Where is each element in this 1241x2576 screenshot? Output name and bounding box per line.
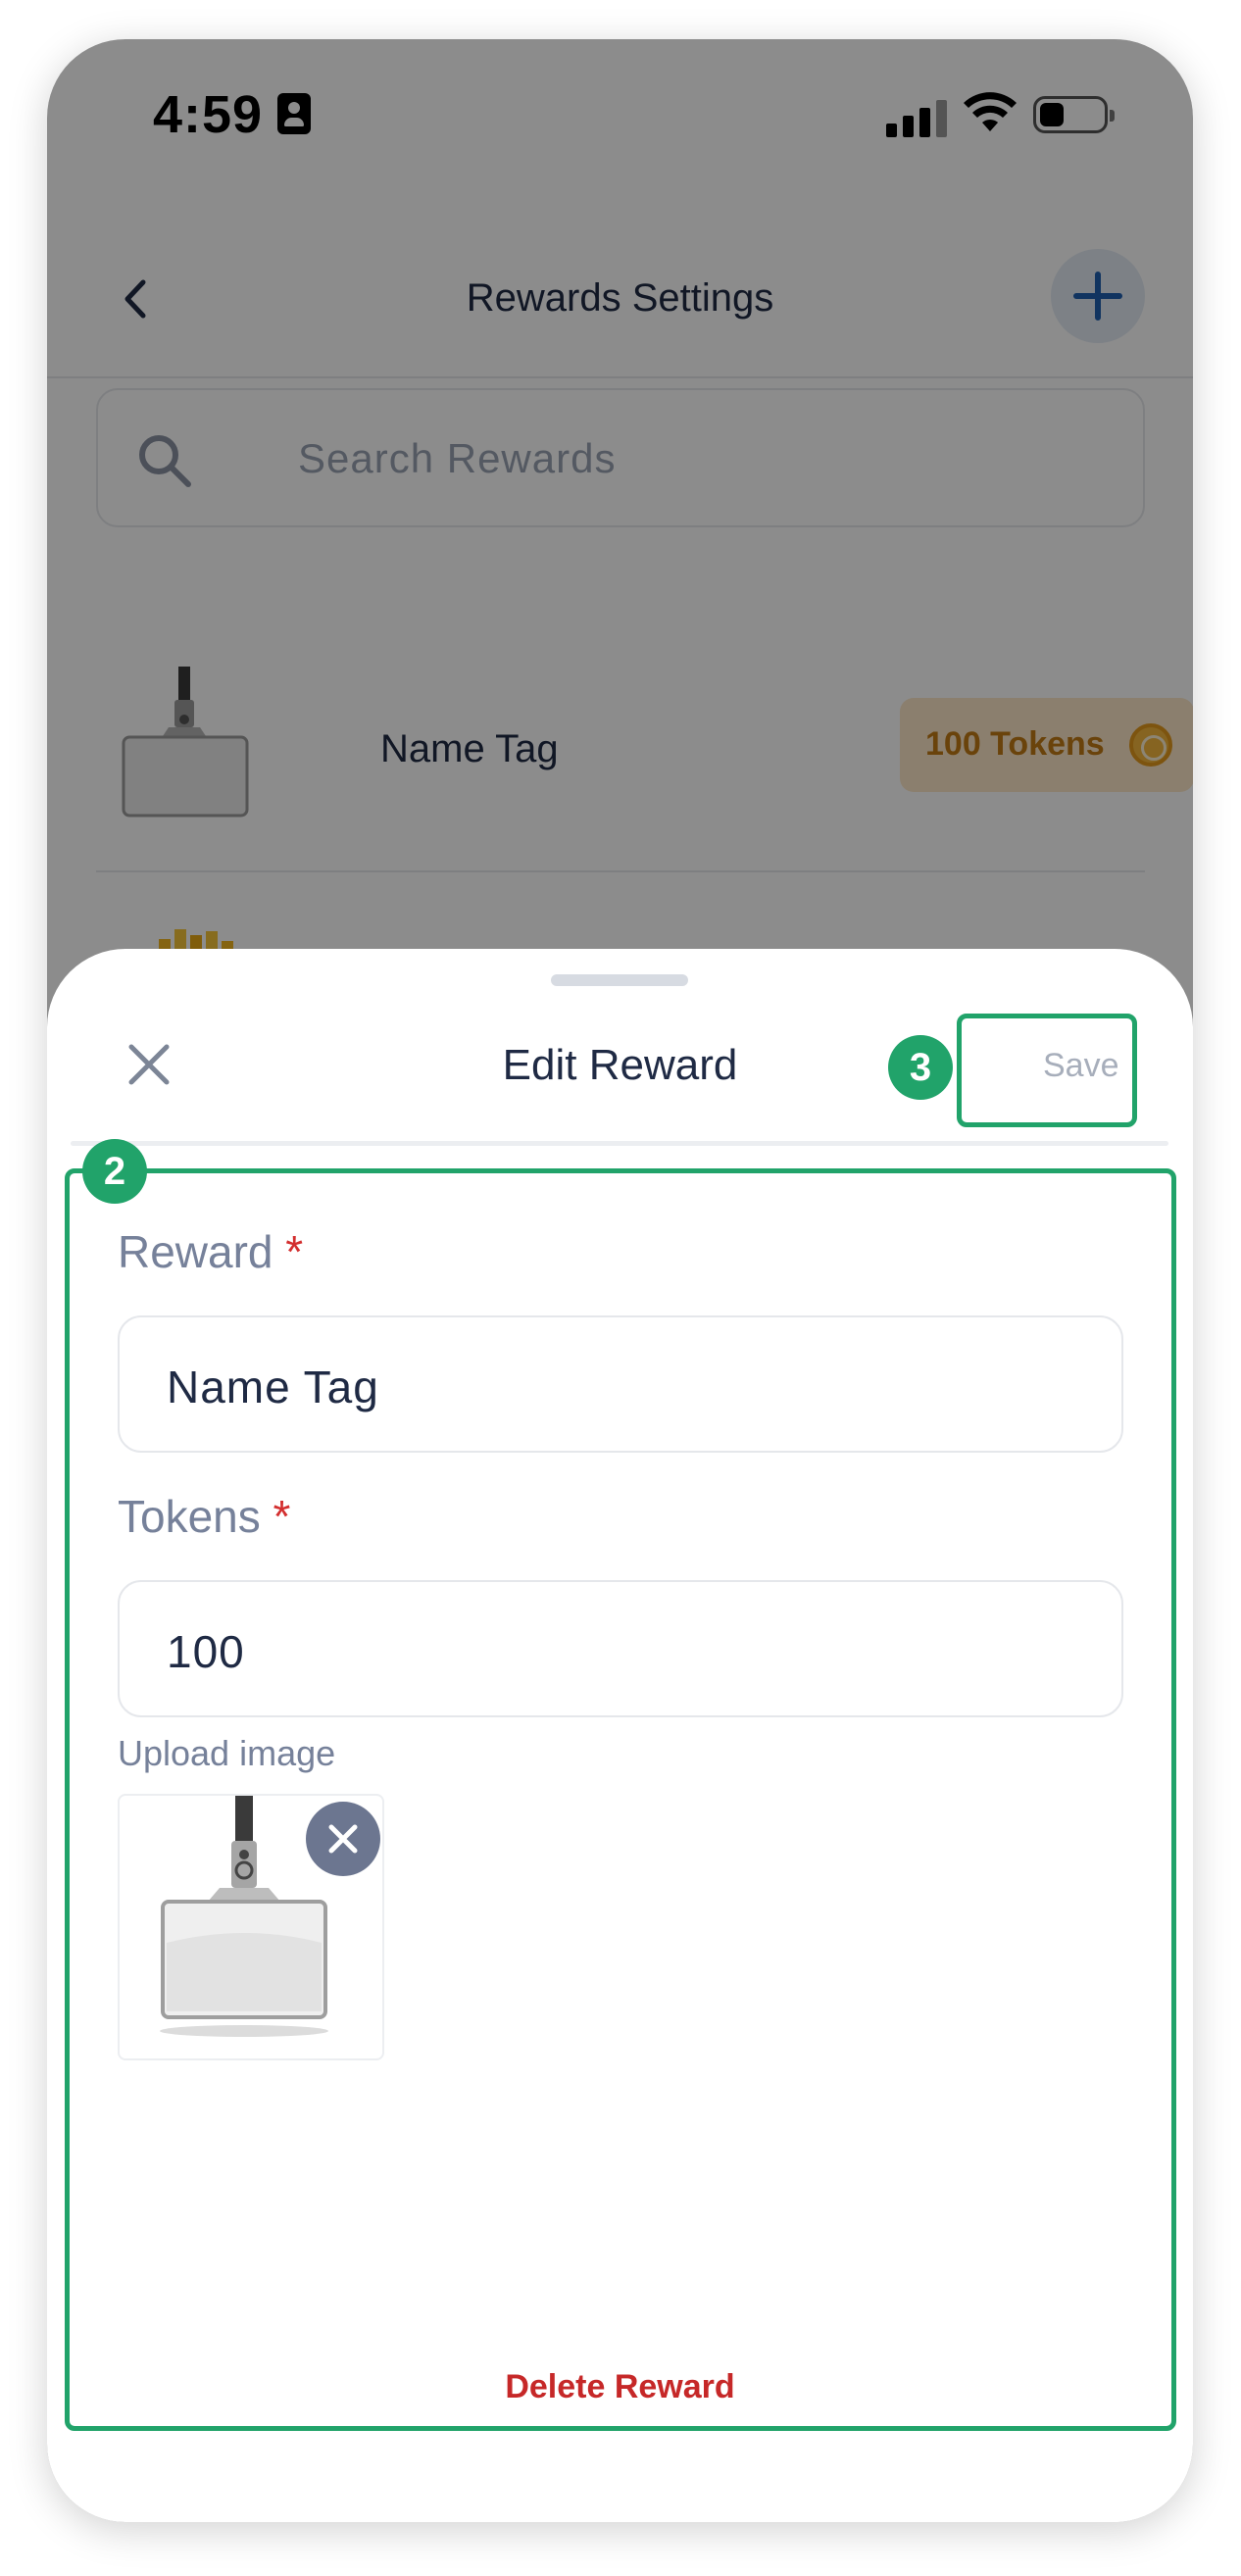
highlight-box-form <box>65 1168 1176 2431</box>
divider <box>71 1141 1168 1146</box>
annotation-badge: 2 <box>82 1139 147 1204</box>
sheet-grabber[interactable] <box>551 974 688 986</box>
highlight-box-save <box>957 1014 1137 1127</box>
phone-frame: 4:59 Rewards Settings Search Rewards Nam… <box>47 39 1193 2522</box>
annotation-badge: 3 <box>888 1035 953 1100</box>
